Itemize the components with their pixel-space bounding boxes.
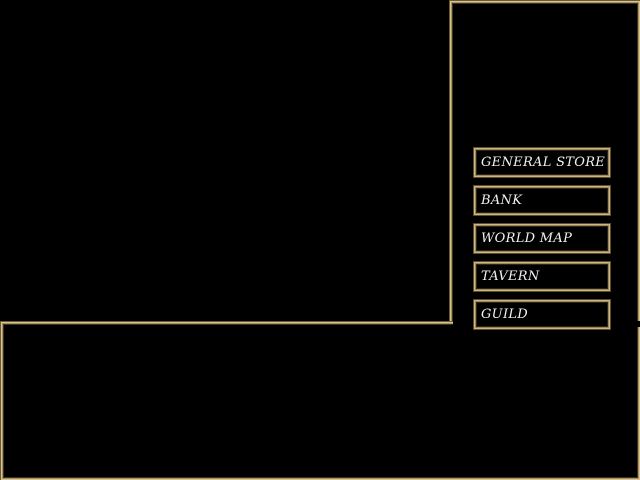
world-map-button[interactable]: WORLD MAP [473,223,611,254]
bank-button[interactable]: BANK [473,185,611,216]
tavern-label: TAVERN [481,269,540,284]
tavern-button[interactable]: TAVERN [473,261,611,292]
general-store-label: GENERAL STORE [481,155,606,170]
world-map-label: WORLD MAP [481,231,573,246]
general-store-button[interactable]: GENERAL STORE [473,147,611,178]
scene-viewport [0,0,449,321]
guild-label: GUILD [481,307,529,322]
bank-label: BANK [481,193,523,208]
guild-button[interactable]: GUILD [473,299,611,330]
message-log-panel [0,321,640,480]
